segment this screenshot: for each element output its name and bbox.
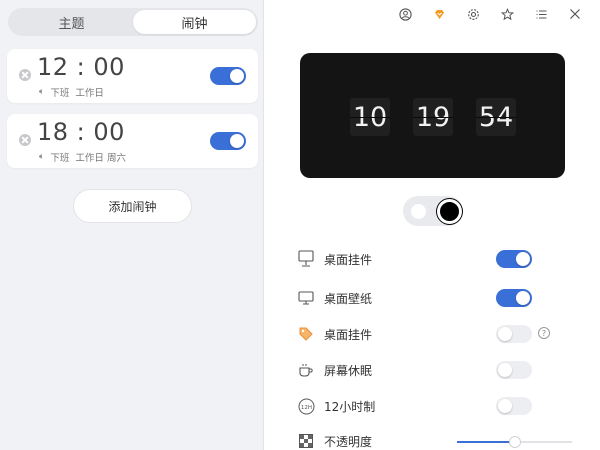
theme-color-switch[interactable] (403, 196, 463, 226)
opacity-slider[interactable] (457, 436, 572, 448)
clock-preview: 10 19 54 (300, 53, 565, 178)
white-theme-dot[interactable] (411, 204, 426, 219)
toggle-knob (516, 291, 530, 305)
toggle-knob (230, 134, 244, 148)
clock-12h-icon: 12H (297, 397, 315, 415)
mode-tabs: 主题 闹钟 (8, 8, 258, 36)
list-menu-icon[interactable] (524, 6, 558, 22)
help-icon[interactable]: ? (538, 327, 550, 339)
opacity-slider-fill (457, 441, 515, 443)
close-icon[interactable] (558, 6, 592, 22)
alarm-meta: 🔈︎ 下班 工作日 周六 (39, 150, 126, 164)
toggle-knob (516, 252, 530, 266)
setting-row-12-hour: 12H 12小时制 (297, 395, 557, 417)
black-theme-dot[interactable] (437, 199, 462, 224)
coffee-cup-icon (297, 361, 315, 379)
setting-label: 桌面壁纸 (324, 292, 373, 306)
opacity-slider-thumb[interactable] (508, 436, 521, 448)
setting-toggle[interactable] (496, 325, 532, 343)
alarm-card-1[interactable]: 12 : 00 🔈︎ 下班 工作日 (7, 49, 258, 103)
delete-alarm-icon[interactable] (19, 69, 31, 81)
alarm-time: 18 : 00 (37, 118, 125, 146)
monitor-icon (297, 289, 315, 307)
setting-toggle[interactable] (496, 397, 532, 415)
alarm-label: 下班 (50, 153, 70, 164)
tab-theme[interactable]: 主题 (10, 10, 133, 34)
setting-toggle[interactable] (496, 361, 532, 379)
toggle-knob (230, 69, 244, 83)
setting-label: 桌面挂件 (324, 253, 373, 267)
alarm-card-2[interactable]: 18 : 00 🔈︎ 下班 工作日 周六 (7, 114, 258, 168)
setting-label: 不透明度 (324, 435, 373, 449)
clock-minute: 19 (413, 98, 453, 136)
checkerboard-icon (297, 432, 315, 450)
alarm-toggle-2[interactable] (210, 132, 246, 150)
clock-12h-badge: 12H (300, 404, 311, 410)
star-icon[interactable] (490, 6, 524, 22)
setting-row-screen-sleep: 屏幕休眠 (297, 359, 557, 381)
tag-icon (297, 325, 315, 343)
user-icon[interactable] (388, 6, 422, 22)
toggle-knob (498, 399, 512, 413)
setting-toggle[interactable] (496, 289, 532, 307)
setting-label: 12小时制 (324, 400, 376, 414)
setting-row-desktop-widget-vip: 桌面挂件 ? (297, 323, 557, 345)
clock-hour: 10 (350, 98, 390, 136)
alarm-time: 12 : 00 (37, 53, 125, 81)
window-toolbar (388, 6, 592, 22)
vip-diamond-icon[interactable] (422, 6, 456, 22)
setting-label: 屏幕休眠 (324, 364, 373, 378)
clock-second: 54 (476, 98, 516, 136)
toggle-knob (498, 363, 512, 377)
setting-row-desktop-widget: 桌面挂件 (297, 248, 557, 270)
alarm-meta: 🔈︎ 下班 工作日 (39, 85, 104, 99)
add-alarm-button[interactable]: 添加闹钟 (73, 189, 192, 223)
setting-label: 桌面挂件 (324, 328, 373, 342)
alarm-days: 工作日 (75, 88, 104, 99)
speaker-icon: 🔈︎ (39, 152, 45, 162)
monitor-icon (297, 250, 315, 268)
tab-alarm[interactable]: 闹钟 (133, 10, 256, 34)
alarm-panel: 主题 闹钟 12 : 00 🔈︎ 下班 工作日 18 : 00 🔈︎ 下班 工作… (0, 0, 264, 450)
speaker-icon: 🔈︎ (39, 87, 45, 97)
setting-toggle[interactable] (496, 250, 532, 268)
settings-gear-icon[interactable] (456, 6, 490, 22)
alarm-toggle-1[interactable] (210, 67, 246, 85)
delete-alarm-icon[interactable] (19, 134, 31, 146)
toggle-knob (498, 327, 512, 341)
alarm-days: 工作日 周六 (75, 153, 126, 164)
alarm-label: 下班 (50, 88, 70, 99)
setting-row-wallpaper: 桌面壁纸 (297, 287, 557, 309)
